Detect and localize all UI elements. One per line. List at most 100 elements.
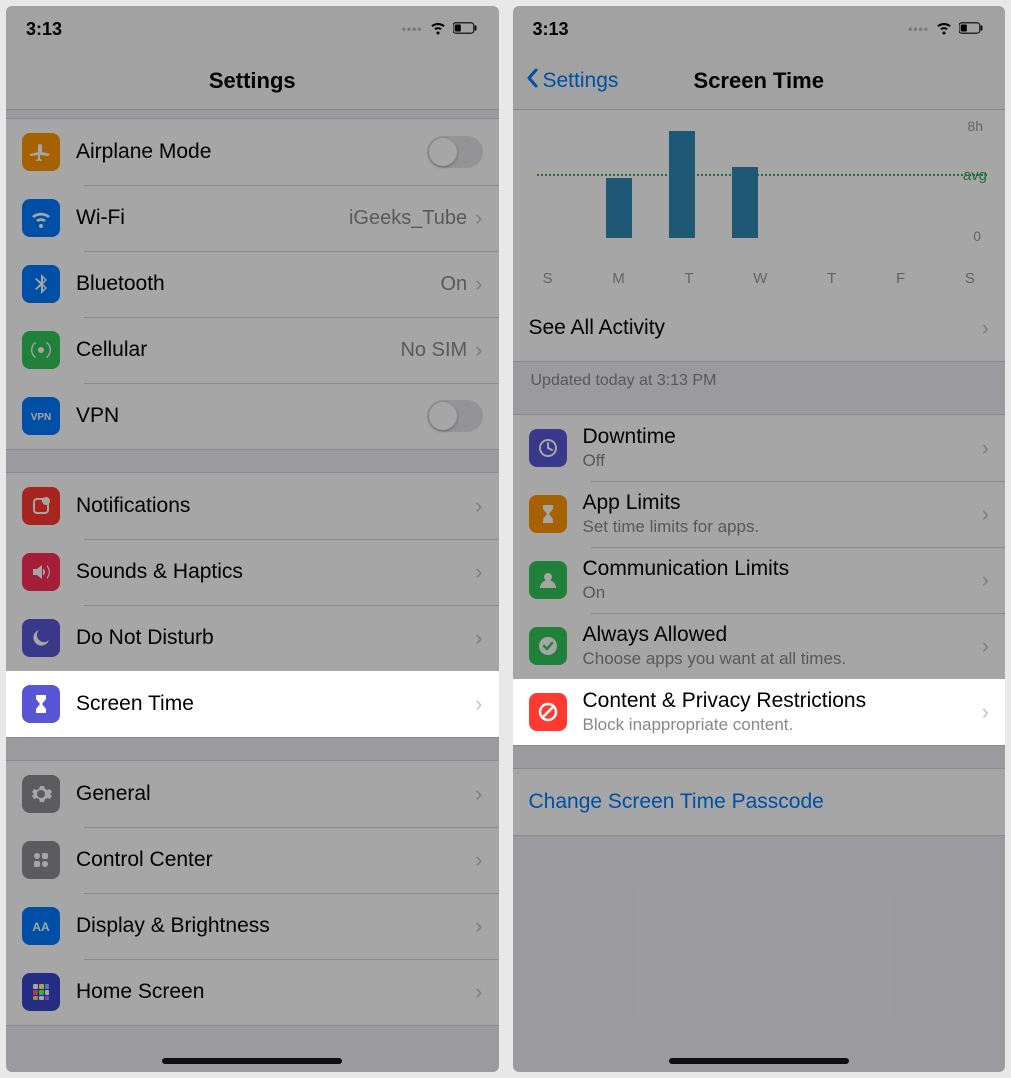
settings-row-general[interactable]: General› [6,761,499,827]
row-label: Notifications [76,494,475,518]
row-label: Communication Limits [583,557,982,581]
chevron-right-icon: › [475,625,482,651]
settings-row-home-screen[interactable]: Home Screen› [6,959,499,1025]
back-button[interactable]: Settings [525,68,619,94]
chevron-right-icon: › [982,699,989,725]
svg-text:VPN: VPN [31,412,52,423]
page-title: Screen Time [694,68,824,94]
avg-label: avg [963,167,987,184]
row-label: Wi-Fi [76,206,349,230]
grid-icon [22,973,60,1011]
status-bar: 3:13 •••• [6,6,499,52]
sounds-icon [22,553,60,591]
xlabel: W [753,270,767,287]
row-subtitle: On [583,583,982,603]
see-all-label: See All Activity [529,316,982,340]
nav-bar: Settings Screen Time [513,52,1006,110]
row-label: Control Center [76,848,475,872]
settings-row-do-not-disturb[interactable]: Do Not Disturb› [6,605,499,671]
y-axis-top: 8h [967,118,983,134]
chart-bar-W [732,167,758,238]
status-time: 3:13 [26,19,62,40]
chevron-right-icon: › [982,633,989,659]
row-value: No SIM [400,339,467,362]
screen-time-options: DowntimeOff›App LimitsSet time limits fo… [513,414,1006,746]
settings-row-screen-time[interactable]: Screen Time› [6,671,499,737]
row-label: Downtime [583,425,982,449]
check-icon [529,627,567,665]
screentime-row-app-limits[interactable]: App LimitsSet time limits for apps.› [513,481,1006,547]
row-subtitle: Off [583,451,982,471]
settings-row-display-brightness[interactable]: AADisplay & Brightness› [6,893,499,959]
see-all-activity[interactable]: See All Activity › [513,295,1006,361]
chevron-right-icon: › [982,567,989,593]
usage-chart[interactable]: 8h 0 avg [513,110,1006,270]
nosign-icon [529,693,567,731]
xlabel: M [612,270,625,287]
screentime-row-downtime[interactable]: DowntimeOff› [513,415,1006,481]
toggle-switch[interactable] [427,400,483,432]
wifi-icon [429,18,447,41]
settings-group-1: Notifications›Sounds & Haptics›Do Not Di… [6,472,499,738]
wifi-icon [22,199,60,237]
status-right: •••• [908,18,985,41]
xlabel: T [684,270,693,287]
home-indicator[interactable] [162,1058,342,1064]
settings-row-control-center[interactable]: Control Center› [6,827,499,893]
chart-section: 8h 0 avg SMTWTFS See All Activity › [513,110,1006,362]
status-bar: 3:13 •••• [513,6,1006,52]
settings-group-2: General›Control Center›AADisplay & Brigh… [6,760,499,1026]
notifications-icon [22,487,60,525]
row-label: General [76,782,475,806]
cellular-dots-icon: •••• [908,22,929,36]
row-subtitle: Set time limits for apps. [583,517,982,537]
chevron-right-icon: › [475,493,482,519]
status-right: •••• [402,18,479,41]
chart-bar-T [669,131,695,238]
settings-row-airplane-mode[interactable]: Airplane Mode [6,119,499,185]
chevron-right-icon: › [475,559,482,585]
settings-list[interactable]: Airplane ModeWi-FiiGeeks_Tube›BluetoothO… [6,110,499,1072]
row-label: Display & Brightness [76,914,475,938]
chevron-right-icon: › [982,501,989,527]
settings-row-cellular[interactable]: CellularNo SIM› [6,317,499,383]
settings-group-0: Airplane ModeWi-FiiGeeks_Tube›BluetoothO… [6,118,499,450]
passcode-group: Change Screen Time Passcode [513,768,1006,836]
chevron-right-icon: › [475,781,482,807]
row-value: On [440,273,467,296]
row-label: Sounds & Haptics [76,560,475,584]
chart-bars [537,124,954,238]
screentime-row-communication-limits[interactable]: Communication LimitsOn› [513,547,1006,613]
bluetooth-icon [22,265,60,303]
chart-xlabels: SMTWTFS [513,270,1006,295]
chevron-left-icon [525,68,539,94]
screentime-row-content-privacy[interactable]: Content & Privacy RestrictionsBlock inap… [513,679,1006,745]
right-screenshot: 3:13 •••• Settings Screen Time 8h 0 avg [513,6,1006,1072]
screentime-row-always-allowed[interactable]: Always AllowedChoose apps you want at al… [513,613,1006,679]
svg-text:AA: AA [32,920,50,934]
battery-icon [453,19,479,40]
xlabel: T [827,270,836,287]
change-passcode[interactable]: Change Screen Time Passcode [513,769,1006,835]
chevron-right-icon: › [475,979,482,1005]
gear-icon [22,775,60,813]
settings-row-bluetooth[interactable]: BluetoothOn› [6,251,499,317]
wifi-icon [935,18,953,41]
settings-row-vpn[interactable]: VPNVPN [6,383,499,449]
clock-icon [529,429,567,467]
settings-row-notifications[interactable]: Notifications› [6,473,499,539]
row-label: Content & Privacy Restrictions [583,689,982,713]
chevron-right-icon: › [475,337,482,363]
chevron-right-icon: › [475,847,482,873]
row-label: Home Screen [76,980,475,1004]
change-passcode-label: Change Screen Time Passcode [529,790,990,814]
screen-time-list[interactable]: 8h 0 avg SMTWTFS See All Activity › Upda… [513,110,1006,1072]
toggle-switch[interactable] [427,136,483,168]
row-subtitle: Choose apps you want at all times. [583,649,982,669]
row-subtitle: Block inappropriate content. [583,715,982,735]
home-indicator[interactable] [669,1058,849,1064]
chevron-right-icon: › [475,691,482,717]
settings-row-wifi[interactable]: Wi-FiiGeeks_Tube› [6,185,499,251]
y-axis-bottom: 0 [973,228,981,244]
settings-row-sounds-haptics[interactable]: Sounds & Haptics› [6,539,499,605]
